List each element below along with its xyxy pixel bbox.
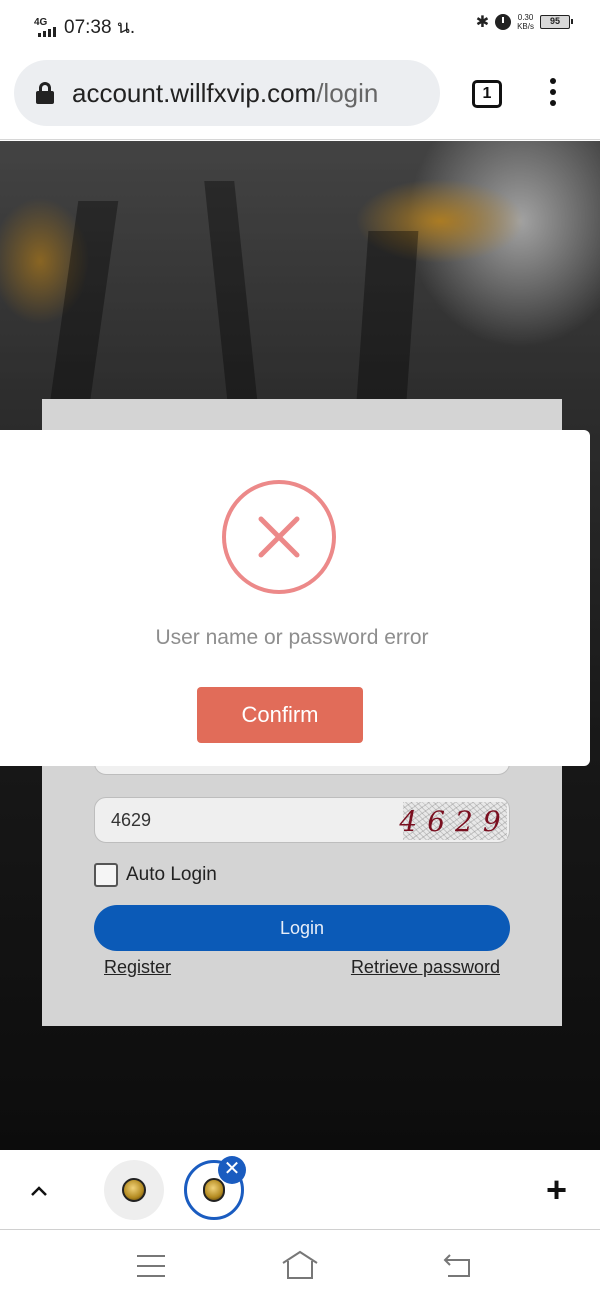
captcha-input[interactable]: 4629 4629: [94, 797, 510, 843]
home-icon[interactable]: [280, 1249, 320, 1281]
signal-icon: 4G: [34, 17, 62, 37]
address-bar[interactable]: account.willfxvip.com/login: [14, 60, 440, 126]
close-tab-icon[interactable]: ✕: [218, 1156, 246, 1184]
confirm-button[interactable]: Confirm: [197, 687, 363, 743]
register-link[interactable]: Register: [104, 957, 171, 978]
url-text[interactable]: account.willfxvip.com/login: [72, 78, 378, 109]
browser-toolbar: account.willfxvip.com/login 1: [0, 48, 600, 140]
captcha-input-value: 4629: [111, 809, 152, 830]
site-favicon: [203, 1178, 225, 1202]
more-menu-icon[interactable]: [546, 78, 560, 112]
status-time: 07:38 น.: [64, 17, 136, 38]
lock-icon[interactable]: [36, 82, 54, 104]
tab-switcher-button[interactable]: 1: [472, 80, 502, 108]
captcha-image[interactable]: 4629: [399, 802, 507, 840]
auto-login-option[interactable]: Auto Login: [94, 863, 217, 887]
status-bar: 4G 07:38 น. ✱ 0.30 KB/s 95: [0, 0, 600, 48]
network-speed: 0.30 KB/s: [517, 13, 534, 31]
speed-unit: KB/s: [517, 22, 534, 31]
bluetooth-icon: ✱: [475, 14, 490, 31]
chevron-up-icon[interactable]: [30, 1182, 48, 1200]
tab-strip: ✕ +: [0, 1150, 600, 1230]
url-domain: account.willfxvip.com: [72, 77, 317, 108]
back-icon[interactable]: [442, 1251, 474, 1281]
status-left: 4G 07:38 น.: [34, 12, 135, 42]
login-button[interactable]: Login: [94, 905, 510, 951]
tab-thumbnail[interactable]: [104, 1160, 164, 1220]
recent-apps-icon[interactable]: [137, 1255, 165, 1277]
alarm-icon: [495, 14, 512, 30]
speed-value: 0.30: [517, 13, 534, 22]
retrieve-password-link[interactable]: Retrieve password: [351, 957, 500, 978]
battery-icon: 95: [540, 15, 573, 29]
screen: 4G 07:38 น. ✱ 0.30 KB/s 95 account.willf…: [0, 0, 600, 1300]
site-favicon: [122, 1178, 146, 1202]
new-tab-icon[interactable]: +: [546, 1170, 567, 1210]
error-icon: [222, 480, 336, 594]
captcha-image-text: 4629: [399, 804, 511, 838]
status-right: ✱ 0.30 KB/s 95: [475, 12, 573, 32]
auto-login-checkbox[interactable]: [94, 863, 118, 887]
error-dialog: User name or password error Confirm: [0, 430, 590, 766]
url-path: /login: [316, 77, 379, 108]
system-nav-bar: [0, 1231, 600, 1300]
auto-login-label: Auto Login: [126, 864, 217, 885]
error-message: User name or password error: [155, 626, 429, 649]
